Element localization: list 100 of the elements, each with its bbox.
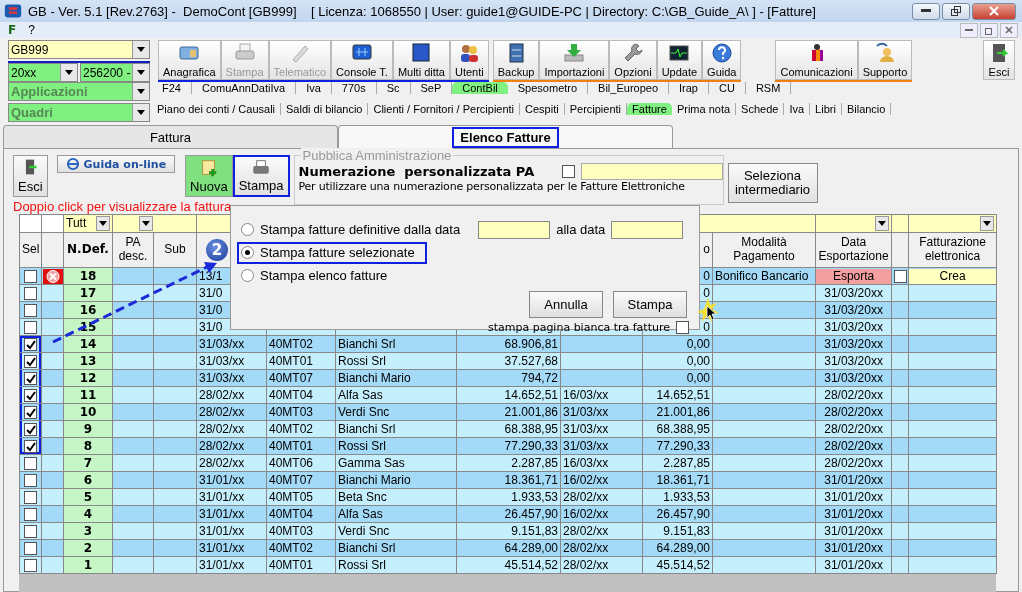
minimize-button[interactable]: [912, 2, 940, 20]
checkbox[interactable]: [24, 338, 37, 352]
restore-button[interactable]: [980, 22, 998, 38]
close-button[interactable]: [972, 2, 1016, 20]
restore-button[interactable]: [942, 2, 970, 20]
toolbar-button[interactable]: Comunicazioni: [775, 40, 858, 80]
company-dropdown[interactable]: GB999: [8, 40, 150, 59]
radio-option[interactable]: Stampa fatture selezionate: [237, 241, 427, 264]
tab[interactable]: Schede: [736, 103, 785, 115]
tab[interactable]: Libri: [810, 103, 842, 115]
toolbar-button[interactable]: Multi ditta: [392, 40, 450, 80]
toolbar-button[interactable]: Console T.: [331, 40, 393, 80]
table-row[interactable]: 6 31/01/xx 40MT07 Bianchi Mario 18.361,71 16/02/xx 18.361,71 31/01/20xx: [19, 471, 997, 489]
toolbar-button[interactable]: Backup: [492, 40, 540, 80]
checkbox[interactable]: [24, 508, 37, 522]
table-row[interactable]: 3 31/01/xx 40MT03 Verdi Snc 9.151,83 28/02/xx 9.151,83 31/01/20xx: [19, 522, 997, 540]
date-field[interactable]: [478, 220, 551, 239]
tab[interactable]: Sc: [376, 82, 411, 94]
tab[interactable]: Iva: [784, 103, 811, 115]
toolbar-button[interactable]: Utenti: [449, 40, 489, 80]
toolbar-button[interactable]: Anagrafica: [158, 40, 221, 80]
checkbox[interactable]: [24, 440, 37, 454]
tab[interactable]: Bil_Europeo: [588, 82, 670, 94]
toolbar-button[interactable]: Supporto: [857, 40, 913, 80]
checkbox[interactable]: [676, 321, 689, 334]
menu-item[interactable]: ?: [28, 23, 35, 37]
toolbar-button[interactable]: Guida: [702, 40, 742, 80]
tab[interactable]: Saldi di bilancio: [281, 103, 369, 115]
tab[interactable]: Piano dei conti / Causali: [152, 103, 281, 115]
menu-item[interactable]: F: [8, 23, 17, 37]
dropdown-button[interactable]: [875, 216, 890, 231]
tab[interactable]: Fattura: [3, 125, 338, 148]
table-row[interactable]: 5 31/01/xx 40MT05 Beta Snc 1.933,53 28/02/xx 1.933,53 31/01/20xx: [19, 488, 997, 506]
checkbox[interactable]: [893, 270, 907, 284]
checkbox[interactable]: [24, 525, 37, 539]
table-row[interactable]: 12 31/03/xx 40MT07 Bianchi Mario 794,72 0,00 31/03/20xx: [19, 369, 997, 387]
checkbox[interactable]: [562, 165, 575, 178]
minimize-button[interactable]: [960, 22, 978, 38]
date-field[interactable]: [611, 220, 684, 239]
dropdown-button[interactable]: [980, 216, 995, 231]
print-button[interactable]: Stampa: [232, 155, 290, 197]
tab[interactable]: Spesometro: [507, 82, 589, 94]
tab[interactable]: Clienti / Fornitori / Percipienti: [368, 103, 521, 115]
toolbar-button[interactable]: Esci: [983, 40, 1015, 80]
export-button[interactable]: Esporta: [816, 268, 891, 284]
checkbox[interactable]: [24, 491, 37, 505]
create-button[interactable]: Crea: [909, 268, 996, 284]
table-row[interactable]: 7 28/02/xx 40MT06 Gamma Sas 2.287,85 16/03/xx 2.287,85 28/02/20xx: [19, 454, 997, 472]
select-intermediary-button[interactable]: Seleziona intermediario: [727, 163, 818, 203]
tab[interactable]: Prima nota: [671, 103, 737, 115]
tab[interactable]: Elenco Fatture: [338, 125, 673, 148]
table-row[interactable]: 10 28/02/xx 40MT03 Verdi Snc 21.001,86 31/03/xx 21.001,86 28/02/20xx: [19, 403, 997, 421]
tab[interactable]: Fatture: [627, 103, 672, 115]
numbering-field[interactable]: [580, 163, 723, 180]
tab[interactable]: 770s: [331, 82, 377, 94]
tab[interactable]: ComuAnnDatiIva: [191, 82, 297, 94]
checkbox[interactable]: [24, 542, 37, 556]
table-row[interactable]: 11 28/02/xx 40MT04 Alfa Sas 14.652,51 16/03/xx 14.652,51 28/02/20xx: [19, 386, 997, 404]
toolbar-button[interactable]: Update: [656, 40, 703, 80]
table-row[interactable]: 9 28/02/xx 40MT02 Bianchi Srl 68.388,95 31/03/xx 68.388,95 28/02/20xx: [19, 420, 997, 438]
close-button[interactable]: [1000, 22, 1018, 38]
tab[interactable]: Iva: [296, 82, 332, 94]
table-row[interactable]: 4 31/01/xx 40MT04 Alfa Sas 26.457,90 16/02/xx 26.457,90 31/01/20xx: [19, 505, 997, 523]
tab[interactable]: Irap: [669, 82, 709, 94]
radio-option[interactable]: Stampa fatture definitive dalla data: [237, 218, 473, 241]
delete-icon[interactable]: [42, 268, 63, 284]
checkbox[interactable]: [24, 287, 37, 301]
checkbox[interactable]: [24, 423, 37, 437]
table-row[interactable]: 13 31/03/xx 40MT01 Rossi Srl 37.527,68 0,00 31/03/20xx: [19, 352, 997, 370]
tab[interactable]: F24: [152, 82, 192, 94]
year-dropdown[interactable]: 20xx: [8, 63, 78, 82]
checkbox[interactable]: [24, 304, 37, 318]
checkbox[interactable]: [24, 389, 37, 403]
tab[interactable]: Bilancio: [841, 103, 892, 115]
checkbox[interactable]: [24, 457, 37, 471]
tab[interactable]: CU: [709, 82, 746, 94]
table-row[interactable]: 1 31/01/xx 40MT01 Rossi Srl 45.514,52 28/02/xx 45.514,52 31/01/20xx: [19, 556, 997, 574]
help-button[interactable]: Guida on-line: [56, 155, 176, 173]
table-row[interactable]: 14 31/03/xx 40MT02 Bianchi Srl 68.906,81 0,00 31/03/20xx: [19, 335, 997, 353]
dialog-button[interactable]: Stampa: [613, 291, 687, 318]
table-row[interactable]: 2 31/01/xx 40MT02 Bianchi Srl 64.289,00 28/02/xx 64.289,00 31/01/20xx: [19, 539, 997, 557]
checkbox[interactable]: [24, 406, 37, 420]
tab[interactable]: ContBil: [452, 82, 508, 94]
dropdown-button[interactable]: [139, 216, 153, 231]
checkbox[interactable]: [24, 321, 37, 335]
toolbar-button[interactable]: Importazioni: [539, 40, 610, 80]
dialog-button[interactable]: Annulla: [529, 291, 603, 318]
tab[interactable]: RSM: [745, 82, 792, 94]
checkbox[interactable]: [24, 559, 37, 573]
checkbox[interactable]: [24, 355, 37, 369]
account-dropdown[interactable]: 256200 -: [80, 63, 150, 82]
checkbox[interactable]: [24, 270, 37, 284]
exit-button[interactable]: Esci: [13, 155, 48, 197]
table-row[interactable]: 8 28/02/xx 40MT01 Rossi Srl 77.290,33 31/03/xx 77.290,33 28/02/20xx: [19, 437, 997, 455]
toolbar-button[interactable]: Opzioni: [609, 40, 657, 80]
tab[interactable]: Cespiti: [520, 103, 565, 115]
checkbox[interactable]: [24, 474, 37, 488]
new-button[interactable]: Nuova: [185, 155, 233, 197]
filter-dropdown[interactable]: Tutt: [63, 214, 113, 233]
checkbox[interactable]: [24, 372, 37, 386]
